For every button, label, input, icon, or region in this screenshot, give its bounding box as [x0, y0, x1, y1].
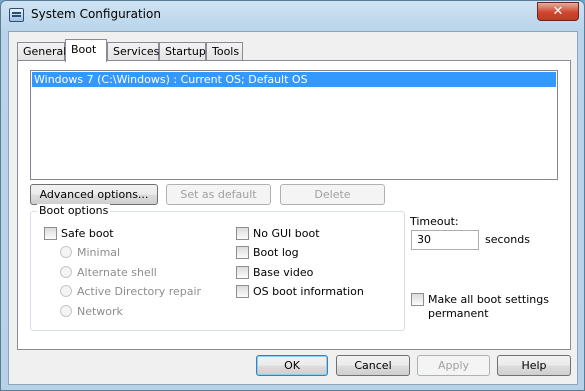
system-config-icon — [9, 8, 24, 22]
radio-dot[interactable] — [60, 305, 72, 317]
timeout-input[interactable]: 30 — [411, 230, 479, 250]
ok-label: OK — [284, 359, 300, 372]
apply-button[interactable]: Apply — [417, 355, 490, 376]
alternate-shell-label: Alternate shell — [77, 266, 157, 279]
seconds-label: seconds — [485, 233, 530, 246]
tab-startup[interactable]: Startup — [159, 42, 206, 61]
os-boot-information-label: OS boot information — [253, 285, 364, 298]
checkbox-box[interactable] — [44, 227, 57, 240]
network-label: Network — [77, 305, 123, 318]
boot-tab-panel: Windows 7 (C:\Windows) : Current OS; Def… — [17, 60, 571, 350]
os-list[interactable]: Windows 7 (C:\Windows) : Current OS; Def… — [30, 70, 558, 180]
minimal-label: Minimal — [77, 246, 121, 259]
tab-general[interactable]: General — [17, 42, 66, 61]
boot-options-group: Boot options Safe boot Minimal Alternate… — [30, 204, 405, 331]
radio-dot[interactable] — [60, 246, 72, 258]
set-as-default-button[interactable]: Set as default — [166, 184, 271, 205]
checkbox-box[interactable] — [236, 285, 249, 298]
ok-button[interactable]: OK — [256, 355, 328, 376]
close-icon: ✕ — [552, 4, 564, 19]
make-permanent-label-line1: Make all boot settings — [428, 293, 549, 306]
cancel-label: Cancel — [354, 359, 392, 372]
checkbox-box[interactable] — [236, 227, 249, 240]
close-button[interactable]: ✕ — [537, 2, 579, 21]
system-configuration-window: System Configuration ✕ General Boot Serv… — [0, 0, 585, 391]
help-label: Help — [521, 359, 547, 372]
timeout-label: Timeout: — [410, 215, 459, 228]
advanced-options-label: Advanced options... — [39, 188, 149, 201]
safe-boot-label: Safe boot — [61, 227, 114, 240]
advanced-options-button[interactable]: Advanced options... — [30, 184, 158, 205]
list-item[interactable]: Windows 7 (C:\Windows) : Current OS; Def… — [32, 72, 556, 87]
help-button[interactable]: Help — [497, 355, 571, 376]
checkbox-box[interactable] — [236, 246, 249, 259]
checkbox-box[interactable] — [411, 293, 424, 306]
delete-label: Delete — [314, 188, 351, 201]
make-permanent-label-line2: permanent — [428, 307, 489, 320]
tab-boot[interactable]: Boot — [65, 39, 107, 62]
dialog-client-area: General Boot Services Startup Tools Wind… — [8, 31, 578, 385]
title-bar[interactable]: System Configuration ✕ — [1, 1, 584, 31]
delete-button[interactable]: Delete — [280, 184, 385, 205]
tab-tools[interactable]: Tools — [206, 42, 243, 61]
radio-dot[interactable] — [60, 266, 72, 278]
base-video-label: Base video — [253, 266, 314, 279]
active-directory-repair-label: Active Directory repair — [77, 285, 202, 298]
cancel-button[interactable]: Cancel — [336, 355, 410, 376]
no-gui-boot-label: No GUI boot — [253, 227, 320, 240]
checkbox-box[interactable] — [236, 266, 249, 279]
set-as-default-label: Set as default — [180, 188, 257, 201]
radio-dot[interactable] — [60, 285, 72, 297]
boot-log-label: Boot log — [253, 246, 299, 259]
tab-services[interactable]: Services — [107, 42, 159, 61]
boot-options-label: Boot options — [37, 204, 111, 217]
apply-label: Apply — [437, 359, 470, 372]
window-title: System Configuration — [31, 7, 161, 21]
